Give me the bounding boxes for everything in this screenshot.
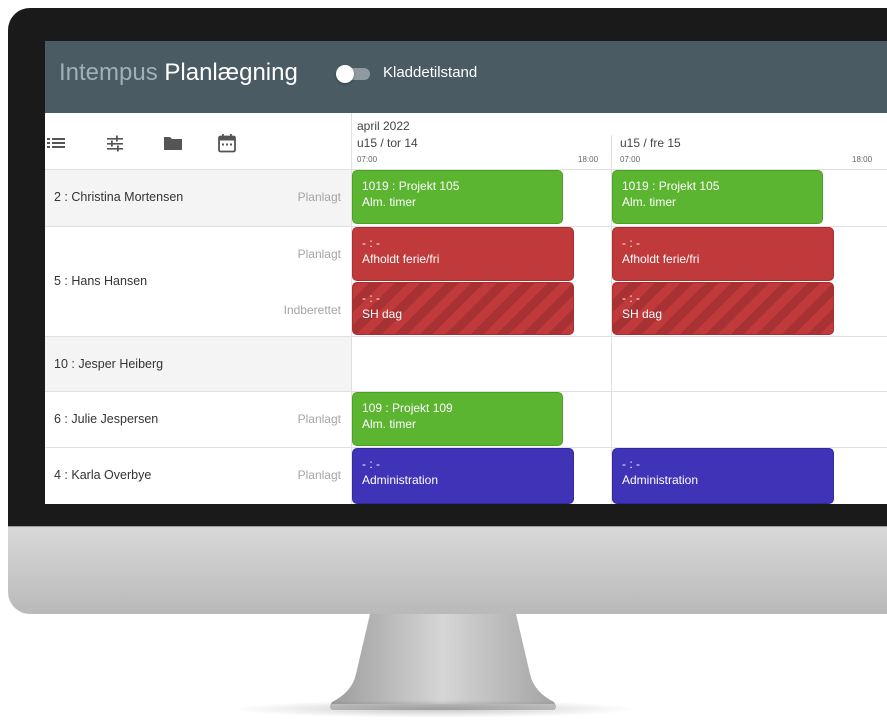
event-title: 1019 : Projekt 105: [362, 179, 460, 193]
employee-name[interactable]: 10 : Jesper Heiberg: [54, 357, 163, 371]
employee-name[interactable]: 6 : Julie Jespersen: [54, 412, 158, 426]
employee-cell: 4 : Karla Overbye Planlagt: [45, 448, 351, 504]
event-title: - : -: [362, 457, 380, 471]
cell-divider: [611, 392, 612, 447]
app-title: Intempus Planlægning: [59, 59, 298, 87]
status-label: Planlagt: [297, 468, 341, 482]
day-divider: [611, 135, 612, 169]
event-block[interactable]: - : - Afholdt ferie/fri: [612, 227, 834, 281]
calendar-icon[interactable]: [217, 133, 237, 153]
event-block[interactable]: 109 : Projekt 109 Alm. timer: [352, 392, 563, 446]
draft-mode-label: Kladdetilstand: [383, 64, 478, 81]
event-block[interactable]: - : - SH dag: [352, 282, 574, 335]
employee-name[interactable]: 4 : Karla Overbye: [54, 468, 151, 482]
event-type: Alm. timer: [622, 195, 676, 209]
status-label: Planlagt: [297, 247, 341, 261]
cell-divider: [351, 337, 352, 391]
status-label: Indberettet: [283, 303, 341, 317]
day-label: u15 / tor 14: [357, 136, 418, 150]
event-title: - : -: [622, 236, 640, 250]
event-type: SH dag: [622, 307, 663, 321]
employee-name[interactable]: 5 : Hans Hansen: [54, 274, 147, 288]
event-type: Alm. timer: [362, 417, 416, 431]
event-block[interactable]: - : - Administration: [352, 448, 574, 504]
employee-row: 6 : Julie Jespersen Planlagt 109 : Proje…: [45, 392, 887, 448]
day-end-time: 18:00: [852, 155, 873, 164]
event-type: Alm. timer: [362, 195, 416, 209]
stand-shadow: [230, 700, 640, 718]
toolbar: [45, 113, 351, 170]
employee-row: 4 : Karla Overbye Planlagt - : - Adminis…: [45, 448, 887, 504]
event-type: SH dag: [362, 307, 403, 321]
event-type: Administration: [362, 473, 439, 487]
toggle-knob: [336, 65, 354, 83]
employee-cell: 5 : Hans Hansen Planlagt Indberettet: [45, 227, 351, 336]
employee-cell: 6 : Julie Jespersen Planlagt: [45, 392, 351, 447]
month-label: april 2022: [357, 119, 410, 133]
status-label: Planlagt: [297, 190, 341, 204]
event-type: Afholdt ferie/fri: [362, 252, 440, 266]
event-title: 109 : Projekt 109: [362, 401, 453, 415]
employee-row: 5 : Hans Hansen Planlagt Indberettet - :…: [45, 227, 887, 337]
app-title-strong: Planlægning: [164, 59, 298, 86]
employee-cell: 2 : Christina Mortensen Planlagt: [45, 170, 351, 226]
app-screen: Intempus Planlægning Kladdetilstand apri…: [45, 41, 887, 504]
monitor-chin-divider: [8, 526, 887, 527]
day-start-time: 07:00: [357, 155, 378, 164]
timeline-header: april 2022 u15 / tor 14 07:00 18:00 u15 …: [351, 113, 887, 170]
cell-divider: [611, 337, 612, 391]
day-label: u15 / fre 15: [620, 136, 681, 150]
list-icon[interactable]: [47, 133, 67, 153]
event-title: - : -: [622, 291, 640, 305]
app-header: Intempus Planlægning Kladdetilstand: [45, 41, 887, 113]
day-start-time: 07:00: [620, 155, 641, 164]
event-block[interactable]: - : - Administration: [612, 448, 834, 504]
draft-mode-toggle[interactable]: [336, 65, 372, 83]
event-title: 1019 : Projekt 105: [622, 179, 720, 193]
event-title: - : -: [362, 291, 380, 305]
folder-icon[interactable]: [163, 133, 183, 153]
monitor-stand: [330, 614, 556, 710]
employee-name[interactable]: 2 : Christina Mortensen: [54, 190, 183, 204]
day-end-time: 18:00: [578, 155, 599, 164]
event-title: - : -: [622, 457, 640, 471]
event-block[interactable]: 1019 : Projekt 105 Alm. timer: [352, 170, 563, 224]
employee-row: 10 : Jesper Heiberg: [45, 337, 887, 392]
employee-row: 2 : Christina Mortensen Planlagt 1019 : …: [45, 170, 887, 227]
employee-cell: 10 : Jesper Heiberg: [45, 337, 351, 391]
event-type: Administration: [622, 473, 699, 487]
monitor-chin: [8, 526, 887, 614]
event-block[interactable]: - : - Afholdt ferie/fri: [352, 227, 574, 281]
sliders-icon[interactable]: [105, 133, 125, 153]
event-type: Afholdt ferie/fri: [622, 252, 700, 266]
event-title: - : -: [362, 236, 380, 250]
event-block[interactable]: 1019 : Projekt 105 Alm. timer: [612, 170, 823, 224]
app-title-light: Intempus: [59, 59, 158, 86]
event-block[interactable]: - : - SH dag: [612, 282, 834, 335]
status-label: Planlagt: [297, 412, 341, 426]
